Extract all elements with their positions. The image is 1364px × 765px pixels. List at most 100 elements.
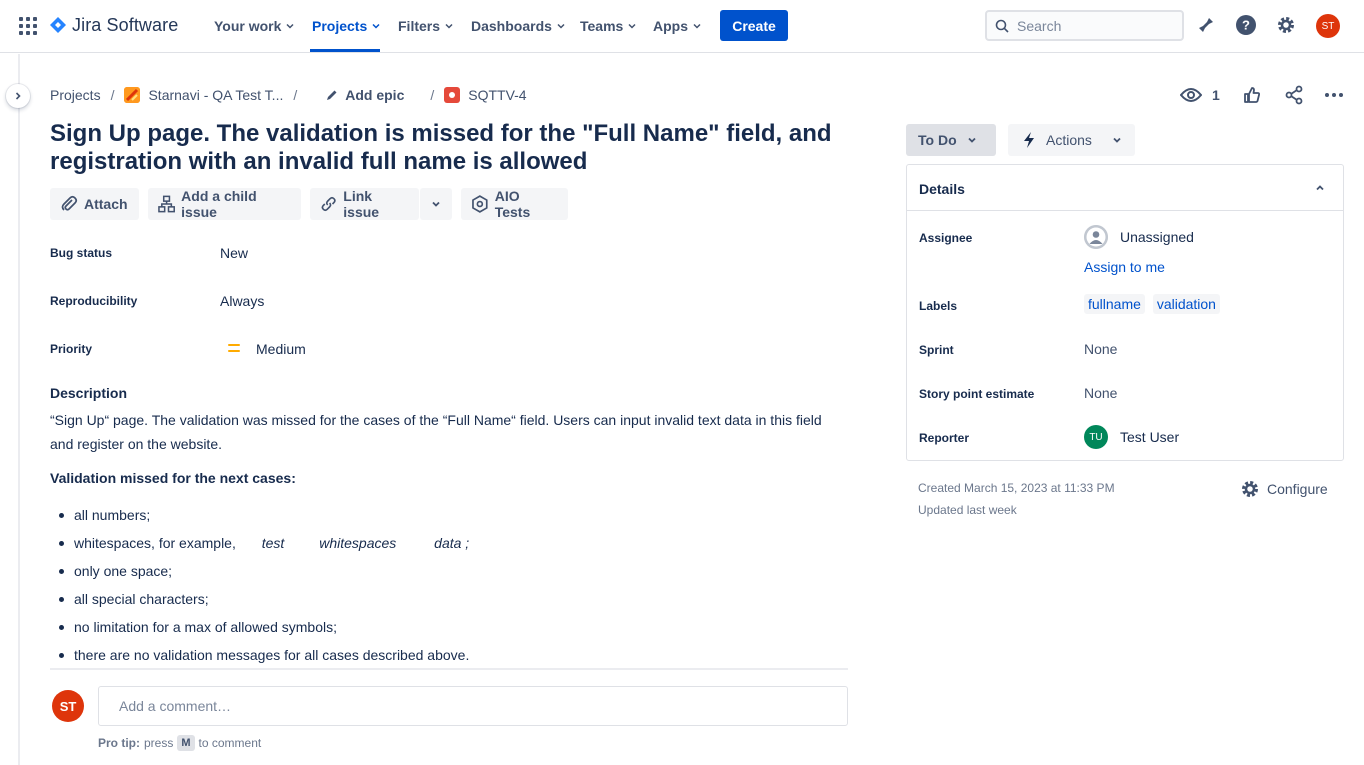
create-button[interactable]: Create <box>720 10 788 41</box>
nav-apps[interactable]: Apps <box>653 16 701 36</box>
nav-filters[interactable]: Filters <box>398 16 453 36</box>
aio-tests-icon <box>472 195 488 213</box>
settings-icon[interactable] <box>1275 14 1297 36</box>
chevron-down-icon <box>1113 137 1121 143</box>
thumbs-up-icon <box>1244 87 1261 103</box>
breadcrumb-project[interactable]: Starnavi - QA Test T... <box>148 87 283 103</box>
chevron-down-icon <box>286 23 294 29</box>
more-actions-button[interactable] <box>1324 84 1344 106</box>
status-button[interactable]: To Do <box>906 124 996 156</box>
jira-logo[interactable]: Jira Software <box>50 14 178 36</box>
bug-status-label: Bug status <box>50 246 113 260</box>
label-chip[interactable]: fullname <box>1084 294 1145 314</box>
project-icon <box>124 87 141 103</box>
description-list: all numbers; whitespaces, for example, t… <box>59 505 834 673</box>
configure-button[interactable]: Configure <box>1240 479 1328 499</box>
share-icon <box>1285 85 1303 105</box>
divider <box>50 668 848 670</box>
pro-tip: Pro tip: press M to comment <box>98 735 261 751</box>
link-issue-dropdown[interactable] <box>420 188 452 220</box>
notifications-icon[interactable] <box>1195 14 1217 36</box>
share-button[interactable] <box>1284 84 1304 106</box>
app-switcher-icon[interactable] <box>18 16 38 36</box>
attach-button[interactable]: Attach <box>50 188 139 220</box>
more-icon <box>1325 93 1343 97</box>
paperclip-icon <box>61 195 78 211</box>
app-name: Jira Software <box>72 14 179 35</box>
nav-label: Dashboards <box>471 18 552 34</box>
nav-label: Teams <box>580 18 624 34</box>
eye-icon <box>1180 88 1202 102</box>
keyboard-key: M <box>177 735 195 751</box>
watchers-count: 1 <box>1212 87 1220 103</box>
list-item: all special characters; <box>59 589 834 617</box>
story-points-label: Story point estimate <box>919 387 1035 401</box>
labels-field[interactable]: fullname validation <box>1084 294 1224 314</box>
link-issue-button[interactable]: Link issue <box>310 188 419 220</box>
expand-sidebar-button[interactable] <box>6 84 30 108</box>
list-item: whitespaces, for example, test whitespac… <box>59 533 834 561</box>
priority-value[interactable]: Medium <box>256 341 306 357</box>
chevron-down-icon <box>628 23 636 29</box>
example-word: whitespaces <box>319 535 397 551</box>
jira-diamond-icon <box>50 17 66 33</box>
assign-to-me-link[interactable]: Assign to me <box>1084 259 1165 275</box>
chevron-up-icon <box>1316 185 1324 191</box>
add-epic-label: Add epic <box>345 87 405 103</box>
add-epic-button[interactable]: Add epic <box>325 87 404 103</box>
priority-label: Priority <box>50 342 93 356</box>
details-header[interactable]: Details <box>907 165 1343 211</box>
labels-label: Labels <box>919 299 958 313</box>
bug-icon <box>444 87 461 103</box>
chevron-down-icon <box>967 137 976 143</box>
details-panel: Details Assignee Unassigned Assign to me… <box>906 164 1344 461</box>
chevron-down-icon <box>693 23 701 29</box>
nav-label: Projects <box>312 18 368 34</box>
user-avatar[interactable]: ST <box>1316 14 1340 38</box>
watch-button[interactable]: 1 <box>1180 84 1220 106</box>
chevron-down-icon <box>432 201 440 207</box>
search-input[interactable] <box>1017 17 1177 34</box>
vote-button[interactable] <box>1242 84 1262 106</box>
top-navigation: Jira Software Your work Projects Filters… <box>0 0 1364 53</box>
breadcrumb-separator: / <box>430 87 435 103</box>
aio-tests-button[interactable]: AIO Tests <box>461 188 568 220</box>
sidebar-divider <box>18 54 20 765</box>
pro-tip-label: Pro tip: <box>98 736 140 750</box>
priority-medium-icon <box>228 344 240 354</box>
story-points-value[interactable]: None <box>1084 385 1117 401</box>
reporter-field[interactable]: TU Test User <box>1084 425 1179 449</box>
bug-status-value[interactable]: New <box>220 245 248 261</box>
breadcrumb-issue-key[interactable]: SQTTV-4 <box>468 87 526 103</box>
nav-dashboards[interactable]: Dashboards <box>471 16 565 36</box>
unassigned-avatar-icon <box>1084 225 1108 249</box>
created-date: Created March 15, 2023 at 11:33 PM <box>918 481 1115 495</box>
assignee-field[interactable]: Unassigned <box>1084 225 1194 249</box>
actions-button[interactable]: Actions <box>1008 124 1135 156</box>
list-item: only one space; <box>59 561 834 589</box>
reporter-value: Test User <box>1120 429 1180 445</box>
add-child-issue-button[interactable]: Add a child issue <box>148 188 301 220</box>
search-box[interactable] <box>985 10 1184 41</box>
svg-text:?: ? <box>1242 18 1250 33</box>
pencil-icon <box>327 90 337 100</box>
label-chip[interactable]: validation <box>1152 294 1220 314</box>
sprint-value[interactable]: None <box>1084 341 1117 357</box>
assignee-value: Unassigned <box>1120 229 1194 245</box>
nav-projects[interactable]: Projects <box>312 16 380 36</box>
comment-avatar: ST <box>52 690 84 722</box>
description-text[interactable]: “Sign Up“ page. The validation was misse… <box>50 408 840 456</box>
list-item: all numbers; <box>59 505 834 533</box>
help-icon[interactable]: ? <box>1235 14 1257 36</box>
reporter-avatar: TU <box>1084 425 1108 449</box>
chevron-down-icon <box>557 23 565 29</box>
nav-your-work[interactable]: Your work <box>214 16 294 36</box>
issue-title[interactable]: Sign Up page. The validation is missed f… <box>50 120 850 176</box>
comment-input[interactable] <box>98 686 848 726</box>
example-word: test <box>261 535 285 551</box>
reporter-label: Reporter <box>919 431 970 445</box>
reproducibility-value[interactable]: Always <box>220 293 264 309</box>
breadcrumb-projects[interactable]: Projects <box>50 87 101 103</box>
list-item: no limitation for a max of allowed symbo… <box>59 617 834 645</box>
nav-teams[interactable]: Teams <box>580 16 636 36</box>
